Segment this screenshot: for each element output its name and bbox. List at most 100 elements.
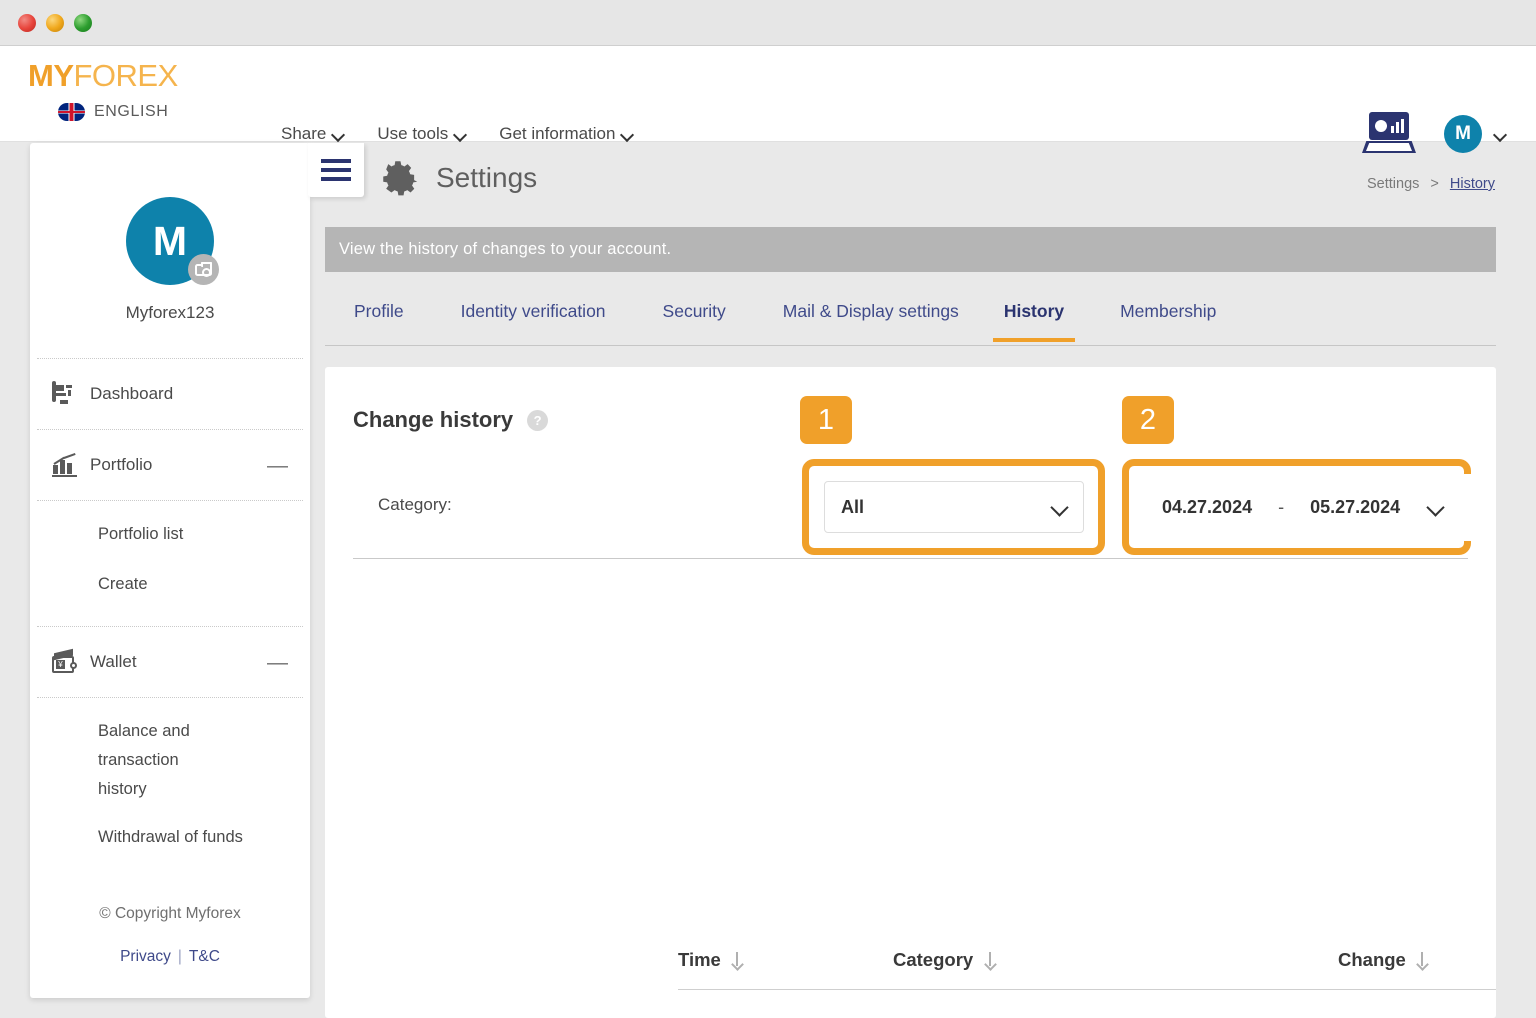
hamburger-icon[interactable] [308, 143, 364, 197]
collapse-toggle-icon[interactable]: — [267, 652, 288, 673]
window-controls [18, 14, 92, 32]
footer-link-separator: | [177, 948, 182, 965]
collapse-toggle-icon[interactable]: — [267, 455, 288, 476]
language-selector[interactable]: ENGLISH [58, 103, 178, 121]
account-menu[interactable]: M [1444, 115, 1506, 153]
brand-logo-forex: FOREX [73, 58, 179, 93]
chevron-down-icon [455, 129, 466, 140]
top-navigation-bar: MYFOREX ENGLISH Share Use tools Get info… [0, 46, 1536, 153]
close-window-button[interactable] [18, 14, 36, 32]
laptop-chart-icon[interactable] [1362, 112, 1416, 156]
filter-divider [353, 558, 1468, 559]
monitor-icon [52, 381, 90, 405]
laptop-base [1362, 141, 1416, 153]
sidebar-username: Myforex123 [125, 303, 215, 322]
date-range-dash: - [1278, 497, 1285, 517]
settings-tabs: Profile Identity verification Security M… [325, 297, 1496, 346]
camera-icon[interactable] [188, 254, 219, 285]
sidebar-subitem-create[interactable]: Create [30, 570, 310, 599]
page-header: Settings [380, 158, 537, 197]
wallet-icon: ¥ [52, 648, 90, 673]
category-filter-label: Category: [378, 495, 452, 514]
chevron-down-icon [1052, 500, 1067, 515]
column-header-time[interactable]: Time [678, 949, 893, 971]
date-range-to: 05.27.2024 [1310, 497, 1401, 517]
breadcrumb-separator: > [1430, 176, 1439, 192]
tab-mail-display-settings[interactable]: Mail & Display settings [783, 297, 959, 341]
laptop-screen [1369, 112, 1409, 140]
gear-icon [380, 158, 419, 197]
history-table: Time Category Change 05.27.2024 18:21 Di… [678, 944, 1496, 1018]
menu-item-use-tools[interactable]: Use tools [377, 124, 466, 144]
maximize-window-button[interactable] [74, 14, 92, 32]
menu-item-share-label: Share [281, 124, 327, 143]
breadcrumb-current[interactable]: History [1450, 176, 1495, 192]
laptop-bars [1391, 119, 1404, 133]
sidebar-item-wallet[interactable]: ¥ Wallet — [30, 627, 310, 697]
chevron-down-icon [622, 129, 633, 140]
brand-logo-block[interactable]: MYFOREX ENGLISH [28, 60, 178, 121]
chart-glyph [52, 452, 77, 477]
chevron-down-icon [1428, 500, 1443, 515]
page-title: Settings [436, 161, 538, 193]
sidebar: M Myforex123 Dashboard Portfolio — Portf… [30, 143, 310, 998]
help-icon[interactable]: ? [527, 409, 549, 431]
card-title: Change history [353, 407, 514, 432]
laptop-pie-dot [1375, 120, 1387, 132]
date-range-from: 04.27.2024 [1162, 497, 1253, 517]
sidebar-footer: © Copyright Myforex Privacy | T&C [30, 905, 310, 966]
column-header-change-label: Change [1338, 949, 1406, 970]
sort-desc-icon[interactable] [984, 951, 995, 969]
sidebar-subitem-portfolio-list[interactable]: Portfolio list [30, 501, 310, 549]
table-row[interactable]: 05.27.2024 18:21 Display Settings Change… [678, 989, 1496, 1018]
date-range-select[interactable]: 04.27.2024 - 05.27.2024 [1136, 474, 1482, 541]
column-header-category-label: Category [893, 949, 974, 970]
tab-membership[interactable]: Membership [1120, 297, 1216, 341]
menu-item-get-information-label: Get information [499, 124, 616, 143]
uk-flag-icon [58, 103, 85, 121]
column-header-time-label: Time [678, 949, 721, 970]
privacy-link[interactable]: Privacy [120, 948, 171, 965]
tab-history[interactable]: History [992, 297, 1076, 342]
chart-icon [52, 452, 90, 477]
sidebar-subitem-withdrawal-of-funds[interactable]: Withdrawal of funds [30, 823, 310, 852]
terms-link[interactable]: T&C [189, 948, 220, 965]
primary-menu: Share Use tools Get information [281, 124, 633, 144]
column-header-category[interactable]: Category [893, 949, 1338, 971]
window-titlebar [0, 0, 1536, 46]
annotation-badge-1: 1 [800, 396, 852, 444]
minimize-window-button[interactable] [46, 14, 64, 32]
menu-item-use-tools-label: Use tools [377, 124, 449, 143]
category-select[interactable]: All [824, 481, 1084, 533]
category-select-value: All [841, 496, 865, 517]
app-window: MYFOREX ENGLISH Share Use tools Get info… [0, 0, 1536, 1018]
chevron-down-icon [1495, 129, 1506, 140]
nav-right-group: M [1362, 112, 1506, 156]
tab-identity-verification[interactable]: Identity verification [461, 297, 606, 341]
card-title-row: Change history ? [353, 407, 549, 433]
language-label: ENGLISH [94, 103, 169, 120]
column-header-change[interactable]: Change [1338, 949, 1496, 971]
tab-profile[interactable]: Profile [354, 297, 404, 341]
sidebar-item-label: Wallet [90, 652, 137, 671]
sidebar-item-label: Portfolio [90, 455, 153, 474]
sidebar-item-label: Dashboard [90, 384, 174, 403]
wallet-glyph: ¥ [52, 648, 78, 673]
monitor-glyph [52, 381, 76, 405]
breadcrumb: Settings > History [1367, 176, 1495, 192]
menu-item-share[interactable]: Share [281, 124, 344, 144]
sort-desc-icon[interactable] [732, 951, 743, 969]
sidebar-item-portfolio[interactable]: Portfolio — [30, 430, 310, 500]
sidebar-item-dashboard[interactable]: Dashboard [30, 359, 310, 429]
brand-logo: MYFOREX [28, 60, 178, 91]
tab-security[interactable]: Security [663, 297, 726, 341]
footer-links: Privacy | T&C [30, 948, 310, 966]
profile-avatar-block: M [126, 197, 219, 285]
breadcrumb-parent[interactable]: Settings [1367, 176, 1419, 192]
sidebar-subitem-balance-and-transaction-history[interactable]: Balance and transaction history [30, 698, 240, 804]
copyright-text: © Copyright Myforex [99, 905, 241, 922]
sort-desc-icon[interactable] [1417, 951, 1428, 969]
brand-logo-my: MY [28, 58, 74, 93]
menu-item-get-information[interactable]: Get information [499, 124, 633, 144]
info-banner: View the history of changes to your acco… [325, 227, 1496, 272]
